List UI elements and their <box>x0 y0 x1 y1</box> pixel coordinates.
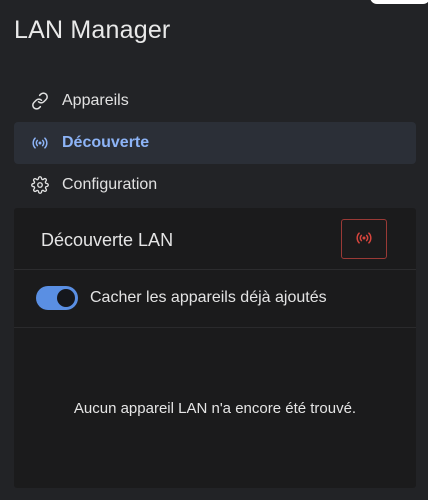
hide-added-devices-row: Cacher les appareils déjà ajoutés <box>14 270 416 328</box>
nav-item-decouverte[interactable]: Découverte <box>14 122 416 164</box>
toggle-knob <box>57 289 75 307</box>
nav-item-label: Configuration <box>62 176 158 193</box>
app-title: LAN Manager <box>14 16 171 44</box>
broadcast-icon <box>30 133 50 153</box>
nav-item-label: Découverte <box>62 134 150 151</box>
gear-icon <box>30 175 50 195</box>
empty-state-message: Aucun appareil LAN n'a encore été trouvé… <box>73 400 357 417</box>
broadcast-icon <box>355 229 373 250</box>
scan-button[interactable] <box>341 219 387 259</box>
page: LAN Manager Appareils Découverte Configu… <box>0 0 428 500</box>
nav-item-appareils[interactable]: Appareils <box>14 80 416 122</box>
hide-added-devices-label: Cacher les appareils déjà ajoutés <box>90 289 327 306</box>
link-icon <box>30 91 50 111</box>
card-header: Découverte LAN <box>14 208 416 270</box>
card-title: Découverte LAN <box>41 230 174 250</box>
discovery-card: Découverte LAN Cacher les appareils déjà <box>14 208 416 488</box>
sidebar-nav: Appareils Découverte Configuration <box>14 80 416 206</box>
hide-added-devices-toggle[interactable] <box>36 286 78 310</box>
nav-item-label: Appareils <box>62 92 129 109</box>
nav-item-configuration[interactable]: Configuration <box>14 164 416 206</box>
corner-decoration <box>370 0 428 4</box>
